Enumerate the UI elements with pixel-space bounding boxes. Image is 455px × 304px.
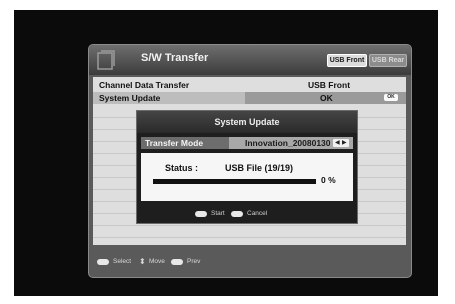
move-hint: Move — [149, 258, 165, 265]
back-key-icon — [171, 259, 183, 265]
ok-key-icon — [97, 259, 109, 265]
select-hint: Select — [113, 258, 132, 265]
progress-bar — [153, 179, 316, 184]
status-area: Status : USB File (19/19) 0 % — [141, 153, 353, 201]
row-value: OK — [320, 93, 333, 103]
progress-percent: 0 % — [321, 175, 336, 185]
page-title: S/W Transfer — [141, 52, 209, 64]
divider — [93, 237, 406, 238]
row-label: System Update — [99, 93, 161, 103]
ok-button[interactable]: OK — [384, 94, 398, 101]
row-label: Channel Data Transfer — [99, 80, 190, 90]
ok-key-icon — [195, 211, 207, 217]
move-arrows-icon: ⬍ — [139, 257, 146, 266]
status-label: Status : — [165, 163, 199, 173]
dialog-title: System Update — [137, 111, 357, 133]
dialog-footer: Start Cancel — [137, 205, 357, 223]
system-update-dialog: System Update Transfer Mode Innovation_2… — [136, 110, 358, 224]
left-right-arrows-icon[interactable]: ◀ ▶ — [333, 139, 349, 147]
divider — [93, 225, 406, 226]
prev-hint: Prev — [187, 258, 201, 265]
cancel-hint[interactable]: Cancel — [247, 205, 267, 223]
start-hint[interactable]: Start — [211, 205, 225, 223]
tab-usb-front[interactable]: USB Front — [327, 54, 367, 67]
status-value: USB File (19/19) — [225, 163, 294, 173]
tab-usb-rear[interactable]: USB Rear — [369, 54, 407, 67]
channel-data-transfer-row[interactable]: Channel Data Transfer USB Front — [93, 79, 406, 91]
transfer-mode-label: Transfer Mode — [141, 137, 229, 149]
window-header: S/W Transfer USB Front USB Rear — [89, 45, 411, 75]
system-update-row[interactable]: System Update OK OK — [93, 92, 406, 104]
folder-icon — [97, 50, 115, 70]
back-key-icon — [231, 211, 243, 217]
transfer-mode-value: Innovation_20080130 — [245, 138, 331, 148]
transfer-mode-row[interactable]: Transfer Mode Innovation_20080130 ◀ ▶ — [141, 137, 353, 149]
row-value: USB Front — [308, 80, 351, 90]
footer-help: Select ⬍ Move Prev — [93, 253, 406, 271]
